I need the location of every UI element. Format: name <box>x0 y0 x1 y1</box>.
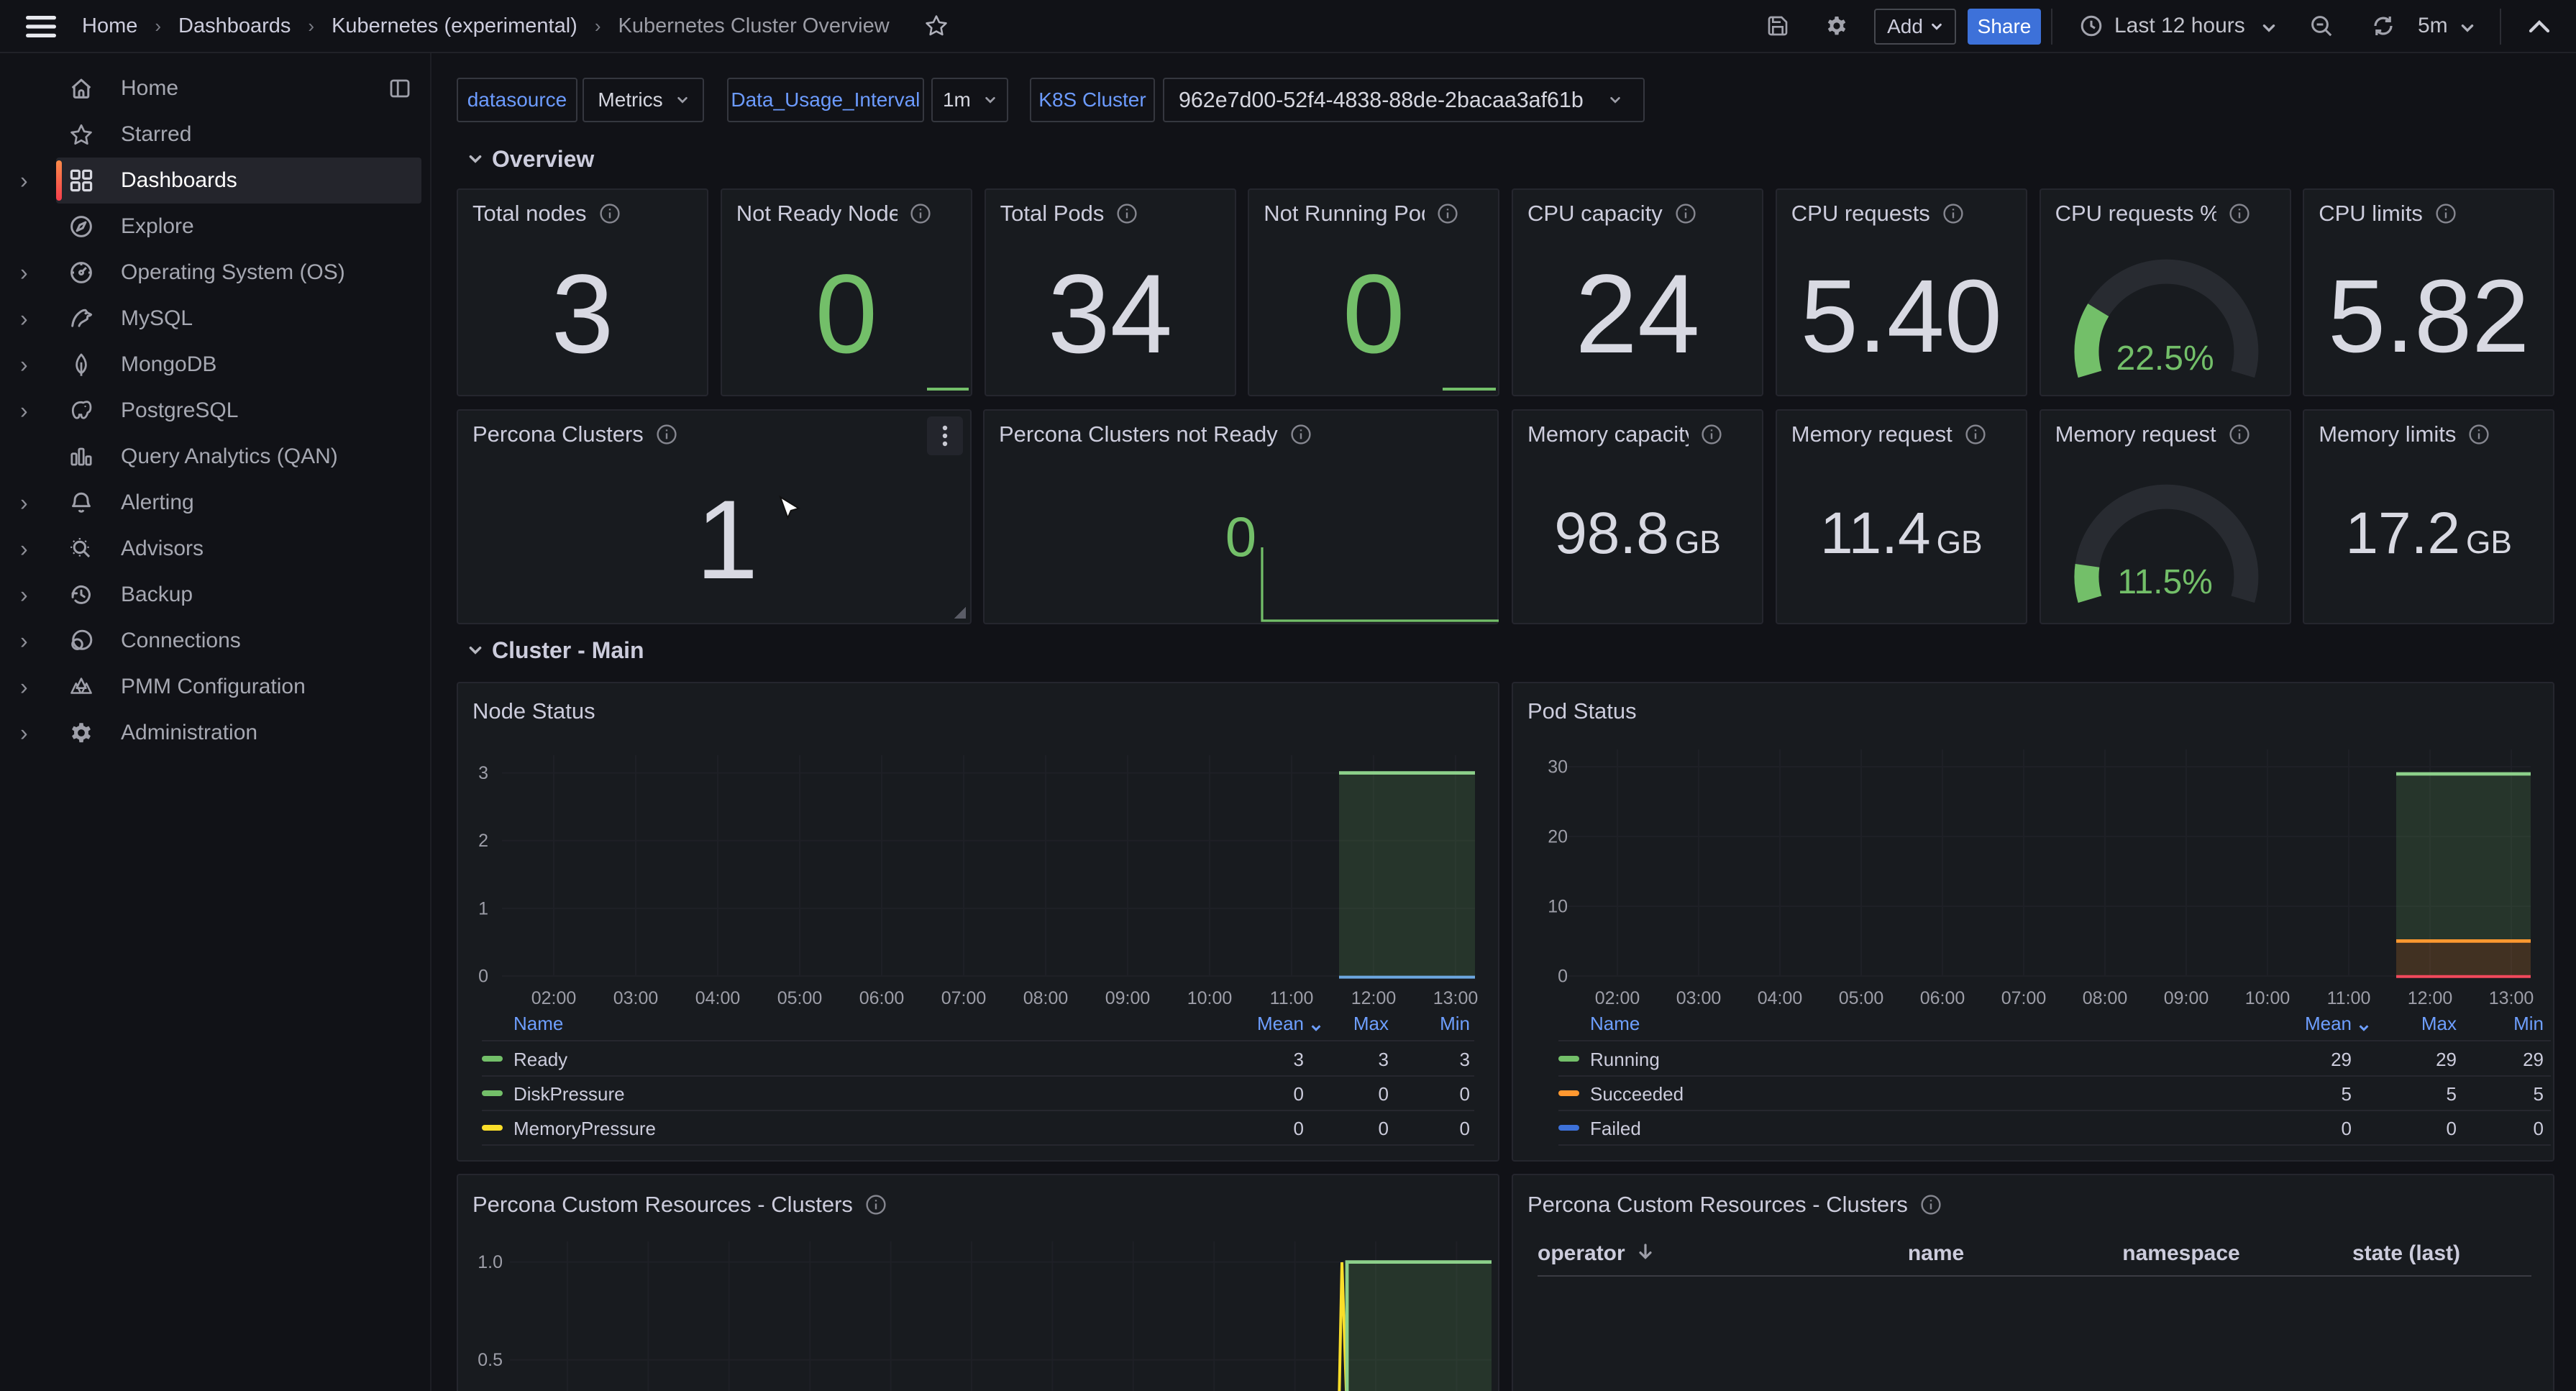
svg-text:0: 0 <box>1558 966 1568 986</box>
svg-text:08:00: 08:00 <box>1023 988 1069 1008</box>
svg-text:04:00: 04:00 <box>695 988 741 1008</box>
svg-text:11:00: 11:00 <box>1270 988 1314 1008</box>
svg-text:13:00: 13:00 <box>2489 988 2534 1008</box>
svg-text:09:00: 09:00 <box>1105 988 1151 1008</box>
svg-text:20: 20 <box>1548 826 1568 847</box>
svg-text:2: 2 <box>478 831 488 851</box>
svg-text:06:00: 06:00 <box>1920 988 1965 1008</box>
svg-text:0.5: 0.5 <box>478 1350 503 1370</box>
svg-text:13:00: 13:00 <box>1433 988 1479 1008</box>
svg-text:12:00: 12:00 <box>1351 988 1397 1008</box>
svg-text:07:00: 07:00 <box>2001 988 2047 1008</box>
svg-text:10:00: 10:00 <box>2245 988 2290 1008</box>
svg-text:11:00: 11:00 <box>2327 988 2371 1008</box>
svg-text:10:00: 10:00 <box>1187 988 1233 1008</box>
svg-text:30: 30 <box>1548 757 1568 777</box>
svg-text:05:00: 05:00 <box>1839 988 1884 1008</box>
svg-text:1: 1 <box>478 898 488 918</box>
svg-text:08:00: 08:00 <box>2083 988 2128 1008</box>
svg-text:03:00: 03:00 <box>1676 988 1722 1008</box>
svg-text:12:00: 12:00 <box>2408 988 2453 1008</box>
svg-text:02:00: 02:00 <box>1595 988 1640 1008</box>
svg-text:06:00: 06:00 <box>859 988 905 1008</box>
svg-text:05:00: 05:00 <box>777 988 823 1008</box>
svg-text:10: 10 <box>1548 896 1568 916</box>
svg-text:0: 0 <box>478 966 488 986</box>
svg-text:1.0: 1.0 <box>478 1252 503 1272</box>
svg-text:09:00: 09:00 <box>2164 988 2209 1008</box>
svg-text:07:00: 07:00 <box>941 988 987 1008</box>
svg-text:04:00: 04:00 <box>1758 988 1803 1008</box>
svg-text:3: 3 <box>478 763 488 783</box>
svg-text:02:00: 02:00 <box>531 988 577 1008</box>
svg-text:03:00: 03:00 <box>613 988 659 1008</box>
